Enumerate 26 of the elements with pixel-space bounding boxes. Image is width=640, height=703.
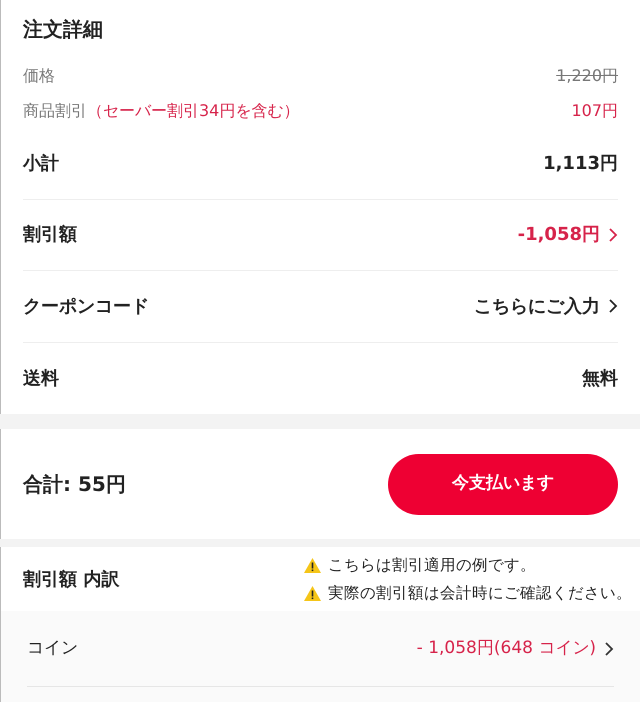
row-label: クーポンコード [23,294,149,319]
section-title: 注文詳細 [22,16,104,43]
total-amount: 合計: 55円 [23,471,126,498]
notice-text: こちらは割引適用の例です。 [328,555,536,576]
chevron-icon [608,298,618,314]
warning-icon [303,584,322,602]
warning-icon [303,556,322,574]
row-value: 無料 [582,366,618,391]
row-label: 割引額 [23,223,77,248]
section-title: 割引額 内訳 [23,568,120,592]
row-label: 送料 [23,366,59,391]
price-value: 1,220円 [556,64,618,86]
price-label: 価格 [23,64,55,86]
notice-text: 実際の割引額は会計時にご確認ください。 [328,583,632,604]
price-label: 商品割引 [23,100,87,122]
row-label: 小計 [23,152,59,176]
row-value[interactable]: こちらにご入力 [474,292,600,320]
price-value: 107円 [571,100,618,122]
breakdown-value[interactable]: - 1,058円(648 コイン) [416,636,596,662]
row-value[interactable]: -1,058円 [518,221,600,248]
row-value: 1,113円 [543,152,618,176]
chevron-icon [608,226,618,243]
breakdown-label: コイン [27,636,78,660]
chevron-icon [604,640,614,656]
discount-note: （セーバー割引34円を含む） [87,100,300,122]
pay-button[interactable]: 今支払います [388,454,618,514]
